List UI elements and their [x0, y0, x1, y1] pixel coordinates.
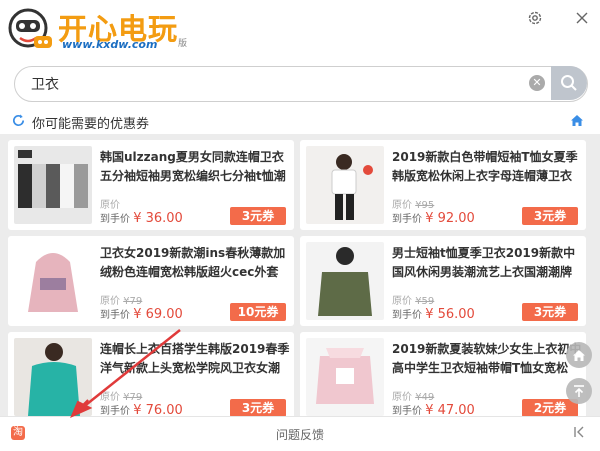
refresh-icon[interactable]: [11, 113, 26, 128]
coupon-button[interactable]: 10元券: [230, 303, 286, 321]
back-to-top-icon: [574, 385, 584, 397]
original-price: 原价: [100, 200, 120, 211]
back-to-top-button[interactable]: [566, 378, 592, 404]
close-icon[interactable]: [572, 8, 592, 28]
section-title: 你可能需要的优惠券: [32, 117, 150, 132]
product-image[interactable]: [14, 146, 92, 224]
product-list: 韩国ulzzang夏男女同款连帽卫衣五分袖短袖男宽松编织七分袖t恤潮 原价 到手…: [0, 134, 600, 416]
coupon-button[interactable]: 3元券: [230, 207, 286, 225]
home-icon[interactable]: [570, 114, 584, 127]
logo-url: www.kxdw.com: [62, 38, 158, 51]
product-title[interactable]: 2019新款白色带帽短袖T恤女夏季韩版宽松休闲上衣字母连帽薄卫衣: [392, 148, 582, 186]
product-image[interactable]: [306, 146, 384, 224]
search-button[interactable]: [551, 66, 587, 100]
original-price: 原价 ¥49: [392, 392, 435, 403]
product-card[interactable]: 韩国ulzzang夏男女同款连帽卫衣五分袖短袖男宽松编织七分袖t恤潮 原价 到手…: [8, 140, 294, 230]
coupon-button[interactable]: 3元券: [230, 399, 286, 416]
original-price: 原价 ¥79: [100, 296, 143, 307]
product-title[interactable]: 卫衣女2019新款潮ins春秋薄款加绒粉色连帽宽松韩版超火cec外套头: [100, 244, 290, 282]
coupon-button[interactable]: 3元券: [522, 207, 578, 225]
final-price: 到手价 ¥ 69.00: [100, 307, 183, 322]
coupon-button[interactable]: 2元券: [522, 399, 578, 416]
home-float-button[interactable]: [566, 342, 592, 368]
original-price: 原价 ¥79: [100, 392, 143, 403]
mascot-logo-icon: [8, 8, 52, 48]
product-card[interactable]: 2019新款白色带帽短袖T恤女夏季韩版宽松休闲上衣字母连帽薄卫衣 原价 ¥95 …: [300, 140, 586, 230]
final-price: 到手价 ¥ 92.00: [392, 211, 475, 226]
product-card[interactable]: 男士短袖t恤夏季卫衣2019新款中国风休闲男装潮流艺上衣国潮潮牌 原价 ¥59 …: [300, 236, 586, 326]
home-float-icon: [573, 349, 585, 361]
product-image[interactable]: [14, 338, 92, 416]
product-card[interactable]: 连帽长上衣百搭学生韩版2019春季洋气新款上头宽松学院风卫衣女潮 原价 ¥79 …: [8, 332, 294, 416]
search-input[interactable]: [29, 67, 493, 101]
footer-bar: 淘 问题反馈: [0, 416, 600, 451]
product-title[interactable]: 2019新款夏装软妹少女生上衣初中高中学生卫衣短袖带帽T恤女宽松: [392, 340, 582, 378]
logo-suffix: 版: [178, 39, 188, 49]
final-price: 到手价 ¥ 76.00: [100, 403, 183, 416]
product-card[interactable]: 2019新款夏装软妹少女生上衣初中高中学生卫衣短袖带帽T恤女宽松 原价 ¥49 …: [300, 332, 586, 416]
coupon-section-header: 你可能需要的优惠券: [0, 108, 600, 134]
original-price: 原价 ¥59: [392, 296, 435, 307]
clear-icon[interactable]: ✕: [529, 75, 545, 91]
search-icon: [561, 75, 577, 91]
original-price: 原价 ¥95: [392, 200, 435, 211]
product-title[interactable]: 连帽长上衣百搭学生韩版2019春季洋气新款上头宽松学院风卫衣女潮: [100, 340, 290, 378]
product-image[interactable]: [306, 242, 384, 320]
settings-icon[interactable]: [525, 8, 545, 28]
product-image[interactable]: [306, 338, 384, 416]
product-title[interactable]: 韩国ulzzang夏男女同款连帽卫衣五分袖短袖男宽松编织七分袖t恤潮: [100, 148, 290, 186]
final-price: 到手价 ¥ 47.00: [392, 403, 475, 416]
feedback-link[interactable]: 问题反馈: [0, 426, 600, 443]
collapse-icon[interactable]: [572, 425, 586, 439]
product-title[interactable]: 男士短袖t恤夏季卫衣2019新款中国风休闲男装潮流艺上衣国潮潮牌: [392, 244, 582, 282]
final-price: 到手价 ¥ 56.00: [392, 307, 475, 322]
app-header: 开心电玩 www.kxdw.com 版: [0, 0, 600, 60]
product-card[interactable]: 卫衣女2019新款潮ins春秋薄款加绒粉色连帽宽松韩版超火cec外套头 原价 ¥…: [8, 236, 294, 326]
coupon-button[interactable]: 3元券: [522, 303, 578, 321]
final-price: 到手价 ¥ 36.00: [100, 211, 183, 226]
product-image[interactable]: [14, 242, 92, 320]
search-bar: ✕: [14, 66, 588, 102]
